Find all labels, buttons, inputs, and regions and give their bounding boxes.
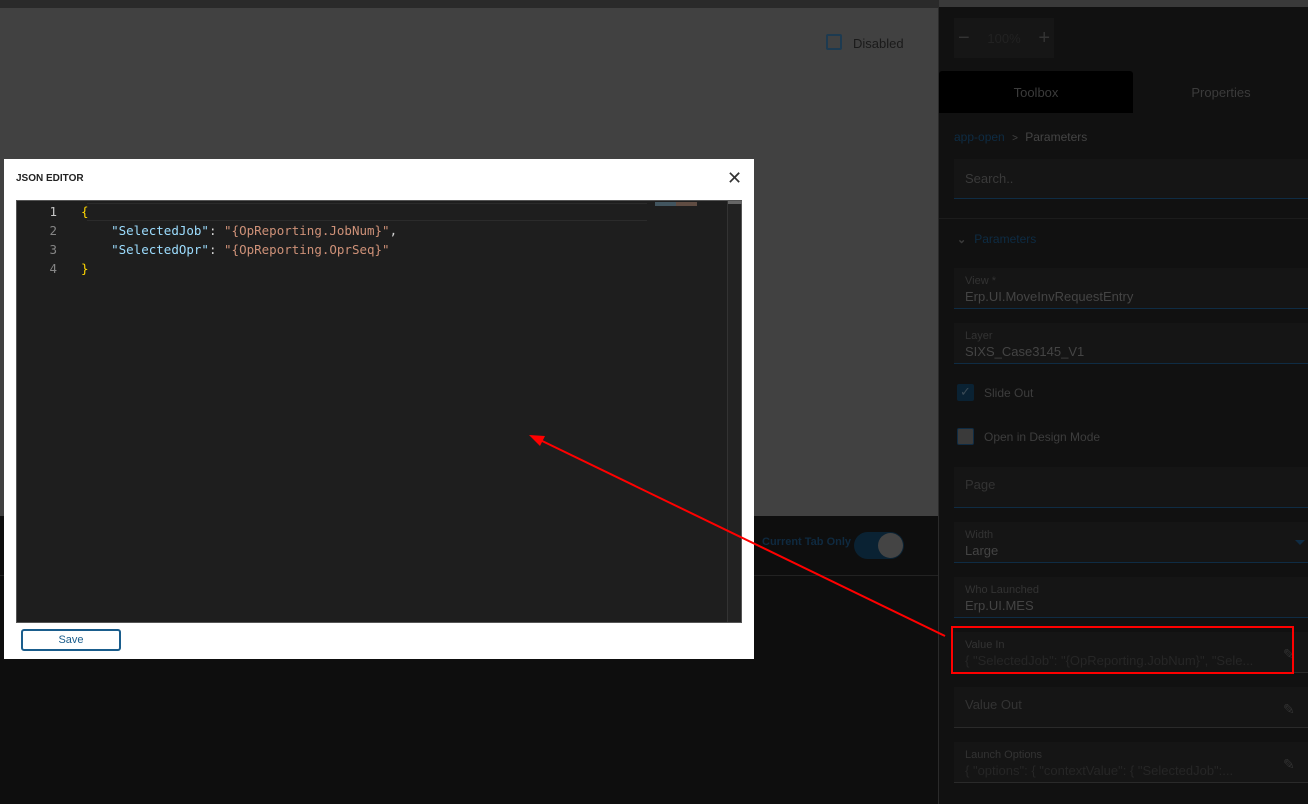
json-value: "{OpReporting.JobNum}"	[224, 223, 390, 238]
zoom-control: − 100% +	[954, 18, 1054, 58]
value-out-field[interactable]: Value Out ✎	[954, 687, 1308, 728]
close-icon[interactable]: ✕	[727, 168, 742, 189]
code-line: "SelectedJob": "{OpReporting.JobNum}",	[111, 223, 398, 238]
brace: {	[81, 204, 89, 219]
pencil-icon[interactable]: ✎	[1283, 756, 1297, 772]
json-editor-dialog: JSON EDITOR ✕ 1 2 3 4 { "SelectedJob": "…	[4, 159, 754, 659]
slide-out-label: Slide Out	[984, 386, 1034, 400]
code-editor[interactable]: 1 2 3 4 { "SelectedJob": "{OpReporting.J…	[16, 200, 742, 623]
page-field[interactable]: Page	[954, 467, 1308, 508]
code-line: "SelectedOpr": "{OpReporting.OprSeq}"	[111, 242, 390, 257]
parameters-section-header[interactable]: ⌄ Parameters	[957, 232, 1036, 246]
field-value: SIXS_Case3145_V1	[965, 344, 1085, 359]
line-number: 1	[49, 204, 57, 219]
slide-out-checkbox[interactable]: ✓	[957, 384, 974, 401]
divider	[939, 218, 1308, 219]
disabled-checkbox[interactable]	[826, 34, 842, 50]
current-tab-only-label: Current Tab Only	[762, 536, 852, 548]
view-field[interactable]: View * Erp.UI.MoveInvRequestEntry	[954, 268, 1308, 309]
field-label: Page	[965, 477, 996, 492]
layer-field[interactable]: Layer SIXS_Case3145_V1	[954, 323, 1308, 364]
top-bar	[0, 0, 938, 8]
field-label: Launch Options	[965, 749, 1043, 761]
field-value: Erp.UI.MES	[965, 598, 1034, 613]
field-label: View *	[965, 275, 996, 287]
zoom-out-button[interactable]: −	[958, 27, 970, 50]
line-number: 2	[49, 223, 57, 238]
current-line-highlight	[87, 203, 647, 221]
breadcrumb-link[interactable]: app-open	[954, 130, 1005, 144]
minimap[interactable]	[655, 202, 697, 206]
json-key: "SelectedOpr"	[111, 242, 209, 257]
section-label: Parameters	[974, 232, 1037, 246]
json-value: "{OpReporting.OprSeq}"	[224, 242, 390, 257]
who-launched-field[interactable]: Who Launched Erp.UI.MES	[954, 577, 1308, 618]
search-input[interactable]: Search..	[954, 159, 1308, 199]
breadcrumb: app-open > Parameters	[954, 130, 1087, 144]
brace: }	[81, 261, 89, 276]
zoom-value: 100%	[987, 30, 1021, 46]
breadcrumb-separator: >	[1012, 133, 1018, 144]
field-value: { "options": { "contextValue": { "Select…	[965, 763, 1234, 778]
tab-toolbox[interactable]: Toolbox	[939, 71, 1133, 113]
breadcrumb-current: Parameters	[1025, 130, 1088, 144]
chevron-down-icon: ⌄	[957, 234, 967, 246]
code-line: }	[81, 261, 89, 276]
field-value: Erp.UI.MoveInvRequestEntry	[965, 289, 1134, 304]
field-label: Who Launched	[965, 584, 1039, 596]
field-value: Large	[965, 543, 999, 558]
properties-panel: − 100% + Toolbox Properties app-open > P…	[938, 0, 1308, 804]
pencil-icon[interactable]: ✎	[1283, 701, 1297, 717]
open-in-design-mode-checkbox[interactable]	[957, 428, 974, 445]
code-line: {	[81, 204, 89, 219]
zoom-in-button[interactable]: +	[1038, 27, 1050, 50]
field-label: Value Out	[965, 697, 1022, 712]
line-number: 3	[49, 242, 57, 257]
field-label: Layer	[965, 330, 993, 342]
json-key: "SelectedJob"	[111, 223, 209, 238]
line-number: 4	[49, 261, 57, 276]
save-button[interactable]: Save	[21, 629, 121, 651]
open-in-design-mode-label: Open in Design Mode	[984, 430, 1101, 444]
tab-properties[interactable]: Properties	[1133, 71, 1308, 113]
check-icon: ✓	[960, 384, 971, 399]
dialog-title: JSON EDITOR	[16, 173, 84, 184]
dropdown-arrow-icon	[1295, 540, 1305, 545]
field-label: Width	[965, 529, 994, 541]
annotation-highlight-box	[951, 626, 1294, 674]
panel-top-bar	[939, 0, 1308, 7]
launch-options-field[interactable]: Launch Options { "options": { "contextVal…	[954, 742, 1308, 783]
width-select[interactable]: Width Large	[954, 522, 1308, 563]
disabled-label: Disabled	[853, 36, 904, 51]
current-tab-only-toggle[interactable]	[854, 532, 904, 559]
scrollbar[interactable]	[727, 201, 742, 622]
